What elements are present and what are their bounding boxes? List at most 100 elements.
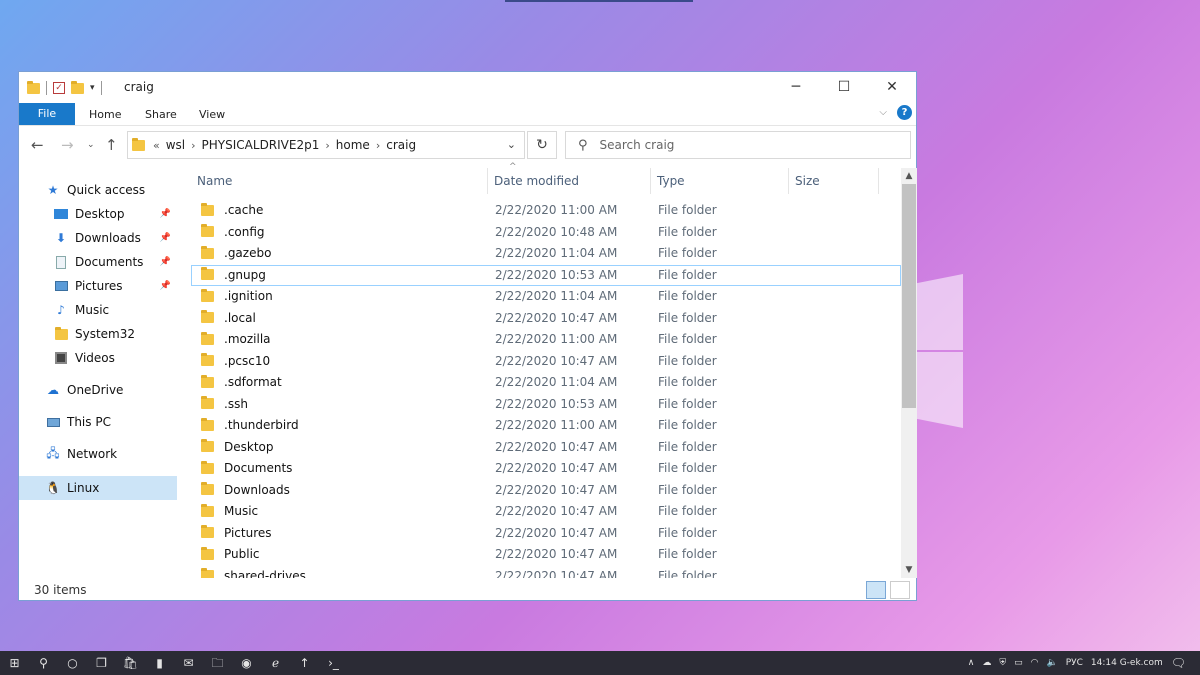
tab-home[interactable]: Home [89, 104, 121, 126]
cortana-icon[interactable]: ○ [58, 651, 87, 675]
sidebar-item-this-pc[interactable]: This PC [19, 410, 177, 434]
task-view-icon[interactable]: ❐ [87, 651, 116, 675]
phone-icon[interactable]: ▮ [145, 651, 174, 675]
file-explorer-icon[interactable]: 🗀 [203, 651, 232, 675]
table-row[interactable]: .gazebo 2/22/2020 11:04 AM File folder [191, 243, 901, 265]
table-row[interactable]: .sdformat 2/22/2020 11:04 AM File folder [191, 372, 901, 394]
table-row[interactable]: .config 2/22/2020 10:48 AM File folder [191, 222, 901, 244]
sidebar-item-network[interactable]: 🖧 Network [19, 442, 177, 466]
pin-icon[interactable]: 📌 [160, 233, 171, 243]
search-input[interactable] [599, 138, 880, 152]
column-header-name[interactable]: Name [191, 168, 488, 194]
start-button[interactable]: ⊞ [0, 651, 29, 675]
recent-locations-icon[interactable]: ⌄ [87, 140, 95, 150]
chrome-icon[interactable]: ◉ [232, 651, 261, 675]
close-button[interactable]: ✕ [868, 72, 916, 102]
chevron-right-icon[interactable]: › [325, 139, 329, 152]
folder-icon [201, 546, 214, 560]
powershell-icon[interactable]: ›_ [319, 651, 348, 675]
title-bar[interactable]: ✓ ▾ craig ─ ☐ ✕ [19, 72, 916, 102]
refresh-button[interactable]: ↻ [527, 131, 557, 159]
table-row[interactable]: .cache 2/22/2020 11:00 AM File folder [191, 200, 901, 222]
sidebar-item-onedrive[interactable]: ☁ OneDrive [19, 378, 177, 402]
column-header-size[interactable]: Size [789, 168, 879, 194]
sidebar-item-linux[interactable]: 🐧 Linux [19, 476, 177, 500]
wifi-icon[interactable]: ◠ [1031, 658, 1039, 668]
security-icon[interactable]: ⛨ [999, 658, 1006, 668]
expand-ribbon-icon[interactable]: ⌵ [879, 107, 887, 118]
column-header-date[interactable]: Date modified [488, 168, 651, 194]
table-row[interactable]: .ignition 2/22/2020 11:04 AM File folder [191, 286, 901, 308]
sidebar-item-quick-access[interactable]: ★ Quick access [19, 178, 177, 202]
clock[interactable]: 14:14 G-ek.com [1091, 658, 1163, 668]
battery-icon[interactable]: ▭ [1014, 658, 1023, 668]
sidebar-item-system32[interactable]: System32 [19, 322, 177, 346]
item-count: 30 items [34, 583, 87, 597]
table-row[interactable]: Downloads 2/22/2020 10:47 AM File folder [191, 480, 901, 502]
up-icon[interactable]: ↑ [105, 136, 118, 154]
table-row[interactable]: Documents 2/22/2020 10:47 AM File folder [191, 458, 901, 480]
search-box[interactable]: ⚲ [565, 131, 911, 159]
details-view-button[interactable] [866, 581, 886, 599]
table-row[interactable]: Music 2/22/2020 10:47 AM File folder [191, 501, 901, 523]
cloud-icon[interactable]: ☁ [982, 658, 991, 668]
maximize-button[interactable]: ☐ [820, 72, 868, 102]
chevron-right-icon[interactable]: › [191, 139, 195, 152]
notifications-icon[interactable]: 🗨 [1171, 656, 1186, 670]
scroll-up-icon[interactable]: ▲ [901, 168, 917, 184]
tab-file[interactable]: File [19, 103, 75, 125]
mail-icon[interactable]: ✉ [174, 651, 203, 675]
forward-icon[interactable]: → [61, 136, 74, 154]
table-row[interactable]: Public 2/22/2020 10:47 AM File folder [191, 544, 901, 566]
chevron-down-icon[interactable]: ⌄ [507, 138, 516, 151]
scroll-down-icon[interactable]: ▼ [901, 562, 917, 578]
customize-toolbar-icon[interactable]: ▾ [90, 83, 95, 93]
sidebar-item-videos[interactable]: Videos [19, 346, 177, 370]
help-icon[interactable]: ? [897, 105, 912, 120]
table-row[interactable]: .pcsc10 2/22/2020 10:47 AM File folder [191, 351, 901, 373]
table-row[interactable]: .thunderbird 2/22/2020 11:00 AM File fol… [191, 415, 901, 437]
tab-share[interactable]: Share [145, 104, 177, 126]
sidebar-item-music[interactable]: ♪ Music [19, 298, 177, 322]
table-row-focused[interactable]: .gnupg 2/22/2020 10:53 AM File folder [191, 264, 901, 286]
file-name: Documents [224, 461, 293, 475]
column-header-type[interactable]: Type [651, 168, 789, 194]
chevron-up-icon[interactable]: ∧ [968, 658, 975, 668]
breadcrumb-wsl[interactable]: wsl [166, 138, 185, 152]
properties-icon[interactable]: ✓ [53, 82, 65, 94]
table-row[interactable]: shared-drives 2/22/2020 10:47 AM File fo… [191, 566, 901, 578]
sidebar-item-desktop[interactable]: Desktop 📌 [19, 202, 177, 226]
table-row[interactable]: .mozilla 2/22/2020 11:00 AM File folder [191, 329, 901, 351]
edge-icon[interactable]: ℯ [261, 651, 290, 675]
pin-icon[interactable]: 📌 [160, 281, 171, 291]
table-row[interactable]: Desktop 2/22/2020 10:47 AM File folder [191, 437, 901, 459]
sidebar-item-documents[interactable]: Documents 📌 [19, 250, 177, 274]
table-row[interactable]: .local 2/22/2020 10:47 AM File folder [191, 308, 901, 330]
new-folder-icon[interactable] [71, 80, 84, 94]
breadcrumb-craig[interactable]: craig [386, 138, 416, 152]
search-icon[interactable]: ⚲ [29, 651, 58, 675]
language-indicator[interactable]: РУС [1066, 658, 1083, 668]
address-overflow[interactable]: « [153, 139, 160, 152]
sidebar-item-pictures[interactable]: Pictures 📌 [19, 274, 177, 298]
file-type: File folder [658, 310, 717, 325]
breadcrumb-drive[interactable]: PHYSICALDRIVE2p1 [202, 138, 320, 152]
minimize-button[interactable]: ─ [772, 72, 820, 102]
breadcrumb-home[interactable]: home [336, 138, 370, 152]
pin-icon[interactable]: 📌 [160, 209, 171, 219]
system-tray: ∧ ☁ ⛨ ▭ ◠ 🔈 РУС 14:14 G-ek.com 🗨 [968, 651, 1200, 675]
pin-icon[interactable]: 📌 [160, 257, 171, 267]
table-row[interactable]: .ssh 2/22/2020 10:53 AM File folder [191, 394, 901, 416]
sidebar-item-downloads[interactable]: ⬇ Downloads 📌 [19, 226, 177, 250]
vertical-scrollbar[interactable]: ▲ ▼ [901, 168, 917, 578]
address-bar[interactable]: « wsl › PHYSICALDRIVE2p1 › home › craig … [127, 131, 525, 159]
large-icons-view-button[interactable] [890, 581, 910, 599]
chevron-right-icon[interactable]: › [376, 139, 380, 152]
back-icon[interactable]: ← [31, 136, 44, 154]
table-row[interactable]: Pictures 2/22/2020 10:47 AM File folder [191, 523, 901, 545]
upload-icon[interactable]: ↑ [290, 651, 319, 675]
tab-view[interactable]: View [199, 104, 225, 126]
volume-icon[interactable]: 🔈 [1046, 658, 1057, 668]
store-icon[interactable]: 🛍 [116, 651, 145, 675]
scroll-thumb[interactable] [902, 184, 916, 408]
